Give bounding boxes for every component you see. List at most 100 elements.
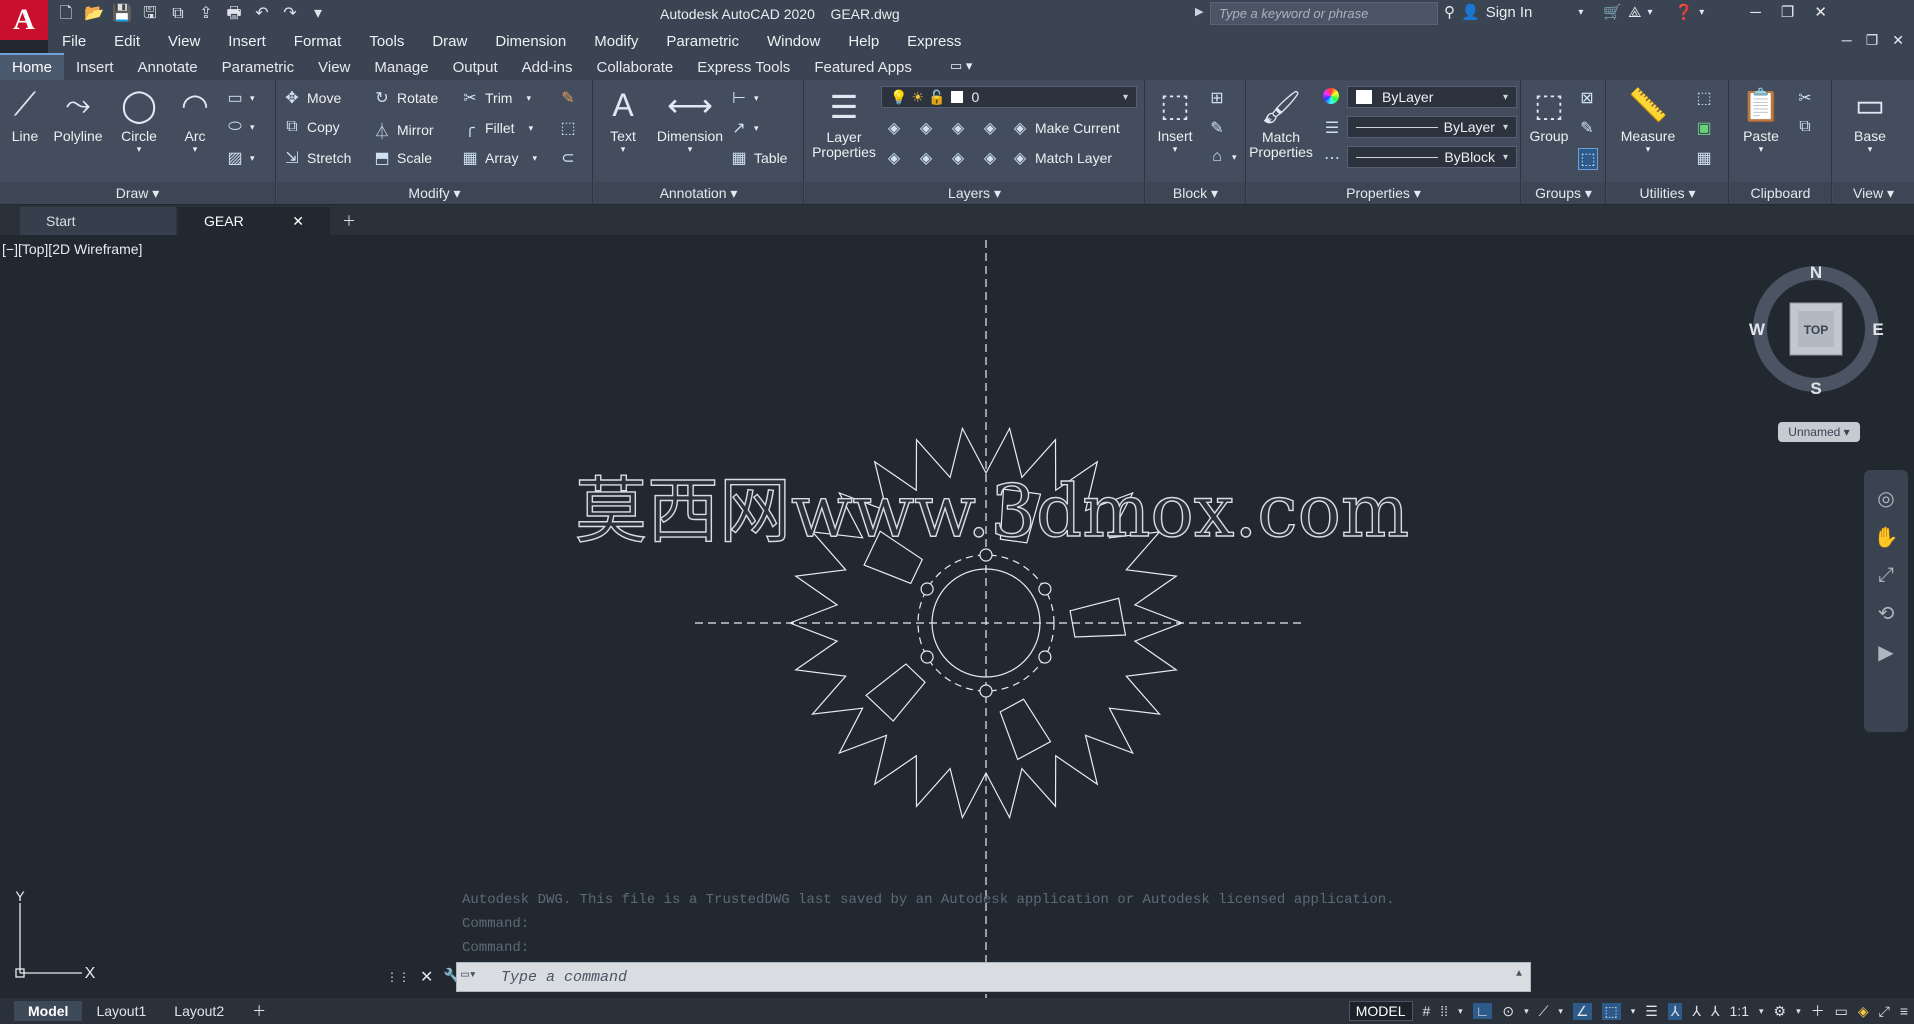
trim-button[interactable]: ✂ Trim ▾: [461, 88, 531, 108]
attribute-button[interactable]: ⌂ ▾: [1208, 148, 1236, 166]
sign-in-button[interactable]: Sign In: [1486, 4, 1533, 21]
modify-panel-label[interactable]: Modify ▾: [277, 182, 592, 204]
base-view-button[interactable]: ▭ Base ▾: [1839, 84, 1901, 155]
tab-view[interactable]: View: [306, 55, 362, 80]
tab-manage[interactable]: Manage: [362, 55, 440, 80]
polar-icon[interactable]: ⊙: [1502, 1003, 1514, 1020]
layer-off-icon[interactable]: ◈: [885, 118, 903, 138]
layout-tab-model[interactable]: Model: [14, 1001, 83, 1021]
create-block-button[interactable]: ⊞: [1208, 88, 1226, 108]
menu-edit[interactable]: Edit: [100, 33, 154, 50]
copy-clip-icon[interactable]: ⧉: [1796, 118, 1814, 136]
circle-button[interactable]: ◯ Circle ▾: [114, 84, 164, 155]
close-icon[interactable]: ✕: [292, 213, 304, 230]
linear-dim-button[interactable]: ⊢ ▾: [730, 88, 759, 108]
steering-wheel-icon[interactable]: ◎: [1877, 486, 1894, 511]
web-mobile-icon[interactable]: ⧉: [168, 4, 188, 24]
lineweight-dropdown[interactable]: ByBlock ▾: [1347, 146, 1517, 168]
plot-icon[interactable]: 🖶: [224, 4, 244, 24]
annotation-panel-label[interactable]: Annotation ▾: [594, 182, 803, 204]
annotation-visibility-icon[interactable]: ⅄: [1667, 1002, 1683, 1020]
add-layout-icon[interactable]: ＋: [238, 999, 280, 1023]
clipboard-panel-label[interactable]: Clipboard: [1730, 182, 1831, 204]
table-button[interactable]: ▦ Table: [730, 148, 787, 168]
minimize-icon[interactable]: ─: [1750, 4, 1761, 21]
match-properties-button[interactable]: 🖌 Match Properties: [1249, 86, 1313, 160]
open-icon[interactable]: 📂: [84, 4, 104, 24]
tab-featured-apps[interactable]: Featured Apps: [802, 55, 924, 80]
connect-icon[interactable]: ⟁: [1628, 4, 1641, 21]
grip-icon[interactable]: ⋮⋮: [386, 970, 410, 984]
menu-modify[interactable]: Modify: [580, 33, 652, 50]
line-button[interactable]: ⟋ Line: [4, 84, 46, 144]
tab-express-tools[interactable]: Express Tools: [685, 55, 802, 80]
layout-tab-layout1[interactable]: Layout1: [82, 1001, 160, 1021]
linetype-dropdown[interactable]: ByLayer ▾: [1347, 116, 1517, 138]
undo-icon[interactable]: ↶: [252, 4, 272, 24]
color-wheel-icon[interactable]: [1323, 88, 1339, 104]
menu-dimension[interactable]: Dimension: [481, 33, 580, 50]
orbit-icon[interactable]: ⟲: [1878, 601, 1895, 626]
chevron-down-icon[interactable]: ▾: [1699, 7, 1704, 18]
move-button[interactable]: ✥ Move: [283, 88, 341, 108]
menu-window[interactable]: Window: [753, 33, 834, 50]
scale-button[interactable]: ⬒ Scale: [373, 148, 432, 168]
user-icon[interactable]: 👤: [1461, 3, 1480, 21]
text-button[interactable]: A Text ▾: [600, 84, 646, 155]
tab-collaborate[interactable]: Collaborate: [584, 55, 685, 80]
rotate-button[interactable]: ↻ Rotate: [373, 88, 438, 108]
model-space-button[interactable]: MODEL: [1348, 1001, 1413, 1021]
draw-panel-label[interactable]: Draw ▾: [0, 182, 275, 204]
view-panel-label[interactable]: View ▾: [1833, 182, 1914, 204]
offset-button[interactable]: ⊂: [559, 148, 577, 168]
layer-dropdown[interactable]: 💡 ☀ 🔓 0 ▾: [881, 86, 1137, 108]
annotation-scale-icon[interactable]: ⅄: [1711, 1003, 1720, 1020]
insert-block-button[interactable]: ⬚ Insert ▾: [1150, 84, 1200, 155]
copy-button[interactable]: ⧉ Copy: [283, 118, 339, 136]
annotation-scale[interactable]: 1:1: [1730, 1003, 1749, 1019]
zoom-extents-icon[interactable]: ⤢: [1878, 564, 1894, 587]
cut-icon[interactable]: ✂: [1796, 88, 1814, 108]
close-icon[interactable]: ✕: [1814, 3, 1827, 21]
layer-unisolate-icon[interactable]: ◈: [917, 148, 935, 168]
measure-button[interactable]: 📏 Measure ▾: [1613, 84, 1683, 155]
chevron-down-icon[interactable]: ▾: [1578, 7, 1583, 18]
customize-qat-icon[interactable]: ▾: [308, 4, 328, 24]
layer-on-icon[interactable]: ◈: [885, 148, 903, 168]
layer-freeze-icon[interactable]: ◈: [949, 118, 967, 138]
isodraft-icon[interactable]: ⟋: [1539, 1003, 1549, 1020]
mirror-button[interactable]: ⏃ Mirror: [373, 118, 434, 142]
annotation-monitor-icon[interactable]: ＋: [1811, 1001, 1825, 1021]
ungroup-icon[interactable]: ⊠: [1578, 88, 1596, 108]
layout-tab-layout2[interactable]: Layout2: [160, 1001, 238, 1021]
ucs-menu[interactable]: Unnamed ▾: [1778, 422, 1860, 442]
tab-home[interactable]: Home: [0, 53, 65, 80]
tab-parametric[interactable]: Parametric: [210, 55, 307, 80]
help-icon[interactable]: ❓: [1675, 3, 1694, 21]
tab-annotate[interactable]: Annotate: [126, 55, 210, 80]
stretch-button[interactable]: ⇲ Stretch: [283, 148, 351, 168]
minimize-icon[interactable]: ─: [1842, 32, 1852, 49]
erase-button[interactable]: ✎: [559, 88, 577, 108]
group-edit-icon[interactable]: ✎: [1578, 118, 1596, 138]
match-layer-button[interactable]: ◈ Match Layer: [1011, 148, 1112, 168]
menu-view[interactable]: View: [154, 33, 214, 50]
compass-south[interactable]: S: [1810, 379, 1821, 398]
menu-file[interactable]: File: [48, 33, 100, 50]
tab-gear[interactable]: GEAR ✕: [178, 207, 330, 235]
calculator-icon[interactable]: ▦: [1695, 148, 1713, 168]
layer-unlock-icon[interactable]: ◈: [981, 148, 999, 168]
viewcube[interactable]: TOP N S E W: [1749, 263, 1884, 398]
groups-panel-label[interactable]: Groups ▾: [1522, 182, 1605, 204]
properties-panel-label[interactable]: Properties ▾: [1247, 182, 1520, 204]
select-all-icon[interactable]: ▣: [1695, 118, 1713, 138]
lineweight-toggle-icon[interactable]: ☰: [1645, 1003, 1658, 1020]
compass-west[interactable]: W: [1749, 320, 1766, 339]
snap-icon[interactable]: ⁞⁞: [1440, 1003, 1448, 1019]
search-input[interactable]: Type a keyword or phrase: [1210, 2, 1438, 25]
menu-draw[interactable]: Draw: [418, 33, 481, 50]
layers-panel-label[interactable]: Layers ▾: [805, 182, 1144, 204]
clean-screen-icon[interactable]: ⤢: [1879, 1003, 1890, 1020]
save-as-icon[interactable]: 🖫: [140, 4, 160, 24]
showmotion-icon[interactable]: ▶: [1878, 640, 1893, 665]
